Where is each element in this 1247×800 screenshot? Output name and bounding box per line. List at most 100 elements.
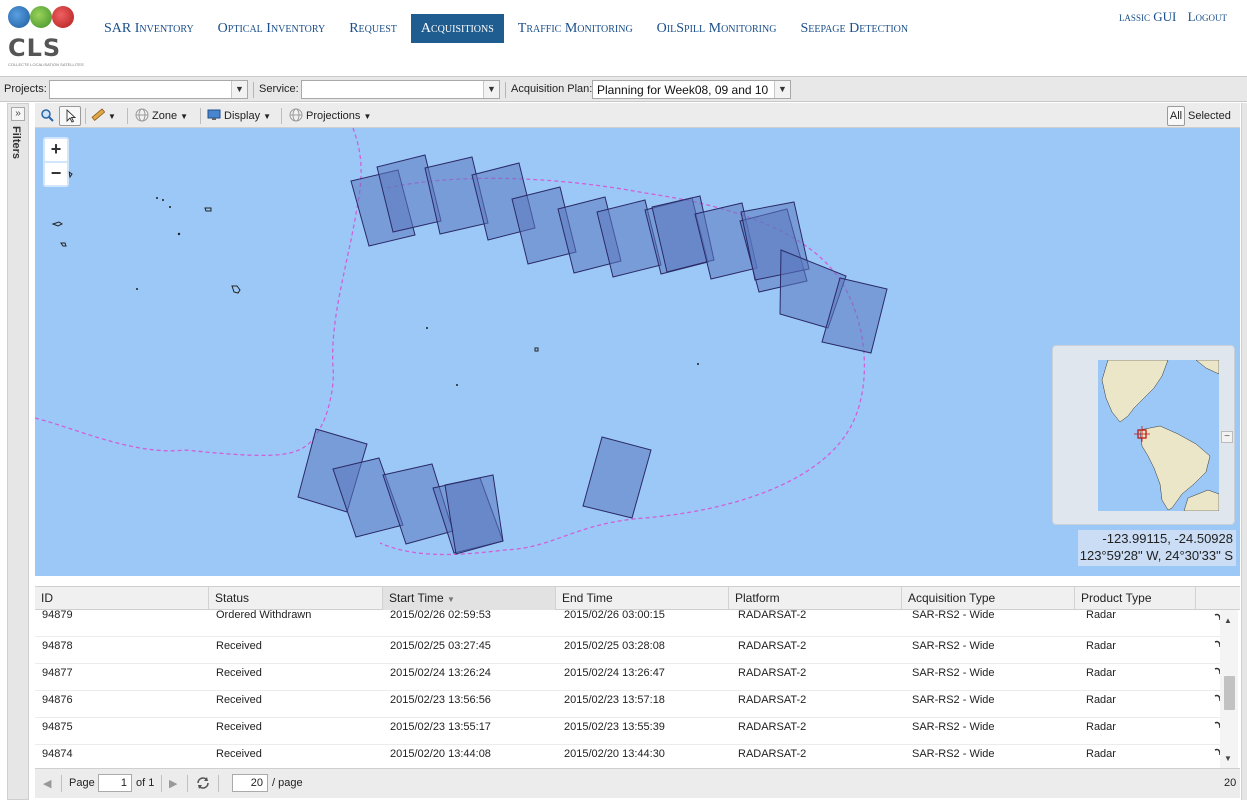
cell-status: Received <box>216 694 262 706</box>
cell-platform: RADARSAT-2 <box>738 721 807 733</box>
column-header-id[interactable]: ID <box>35 587 209 610</box>
table-row[interactable]: 94878 Received 2015/02/25 03:27:45 2015/02/… <box>35 637 1220 664</box>
column-header-end-time[interactable]: End Time <box>556 587 729 610</box>
select-all-button[interactable]: All <box>1167 106 1185 126</box>
cell-id: 94878 <box>42 640 73 652</box>
selected-toggle[interactable]: Selected <box>1188 107 1231 125</box>
table-row[interactable]: 94875 Received 2015/02/23 13:55:17 2015/02/… <box>35 718 1220 745</box>
divider <box>187 775 188 792</box>
select-pointer-button[interactable] <box>59 106 81 126</box>
scroll-up-icon[interactable]: ▲ <box>1224 616 1232 625</box>
cell-acquisition-type: SAR-RS2 - Wide <box>912 721 995 733</box>
filter-bar: Projects: ▼ Service: ▼ Acquisition Plan:… <box>0 76 1247 102</box>
zoom-control: + − <box>43 137 69 187</box>
acquisition-plan-value: Planning for Week08, 09 and 10 <box>597 83 769 97</box>
coordinate-decimal: -123.99115, -24.50928 <box>1102 531 1233 546</box>
nav-acquisitions[interactable]: Acquisitions <box>410 14 504 43</box>
zoom-in-button[interactable]: + <box>45 139 67 161</box>
cell-end-time: 2015/02/23 13:57:18 <box>564 694 665 706</box>
cell-start-time: 2015/02/23 13:56:56 <box>390 694 491 706</box>
globe-icon <box>135 108 149 122</box>
acquisition-plan-select[interactable]: Planning for Week08, 09 and 10 ▼ <box>592 80 791 99</box>
user-name-link[interactable]: lassic GUI <box>1119 9 1176 24</box>
table-header: ID Status Start Time ▼ End Time Platform… <box>35 587 1240 610</box>
column-header-start-time[interactable]: Start Time ▼ <box>383 587 556 610</box>
logout-link[interactable]: Logout <box>1188 9 1227 24</box>
nav-oilspill-monitoring[interactable]: OilSpill Monitoring <box>647 14 787 43</box>
cell-status: Received <box>216 640 262 652</box>
cell-start-time: 2015/02/23 13:55:17 <box>390 721 491 733</box>
nav-sar-inventory[interactable]: SAR Inventory <box>94 14 204 43</box>
cell-acquisition-type: SAR-RS2 - Wide <box>912 610 995 621</box>
cell-status: Received <box>216 667 262 679</box>
table-row[interactable]: 94879 Ordered Withdrawn 2015/02/26 02:59:5… <box>35 610 1220 637</box>
divider <box>200 108 201 124</box>
column-header-acquisition-type[interactable]: Acquisition Type <box>902 587 1075 610</box>
chevron-down-icon[interactable]: ▼ <box>231 81 247 98</box>
cell-platform: RADARSAT-2 <box>738 748 807 760</box>
measure-tool-button[interactable]: ▼ <box>91 107 116 125</box>
cell-product-type: Radar <box>1086 640 1116 652</box>
chevron-down-icon[interactable]: ▼ <box>483 81 499 98</box>
map-canvas[interactable]: + − − -123.99115, -24.50928 123°59'28" W… <box>35 128 1240 576</box>
cell-acquisition-type: SAR-RS2 - Wide <box>912 667 995 679</box>
cell-product-type: Radar <box>1086 721 1116 733</box>
table-row[interactable]: 94874 Received 2015/02/20 13:44:08 2015/02/… <box>35 745 1220 768</box>
nav-request[interactable]: Request <box>339 14 407 43</box>
ruler-icon <box>91 108 105 121</box>
service-select[interactable]: ▼ <box>301 80 500 99</box>
column-header-platform[interactable]: Platform <box>729 587 902 610</box>
overview-minimize-button[interactable]: − <box>1221 431 1233 443</box>
cell-end-time: 2015/02/20 13:44:30 <box>564 748 665 760</box>
cell-acquisition-type: SAR-RS2 - Wide <box>912 640 995 652</box>
monitor-icon <box>207 109 221 120</box>
cls-logo: CLS COLLECTE LOCALISATION SATELLITES <box>6 6 84 70</box>
cell-status: Received <box>216 748 262 760</box>
pagination-bar: ◀ Page 1 of 1 ▶ 20 / page 20 <box>35 768 1240 798</box>
chevron-down-icon[interactable]: ▼ <box>774 81 790 98</box>
acquisition-footprints[interactable] <box>297 154 888 555</box>
right-border <box>1241 103 1247 800</box>
expand-filters-icon[interactable]: » <box>11 107 25 121</box>
table-row[interactable]: 94877 Received 2015/02/24 13:26:24 2015/02/… <box>35 664 1220 691</box>
divider <box>85 108 86 124</box>
overview-map-canvas[interactable] <box>1098 360 1219 511</box>
filters-panel-collapsed: » Filters <box>7 103 29 800</box>
filters-label[interactable]: Filters <box>10 126 22 159</box>
scroll-thumb[interactable] <box>1224 676 1235 710</box>
column-header-product-type[interactable]: Product Type <box>1075 587 1196 610</box>
page-size-input[interactable]: 20 <box>232 774 268 792</box>
column-header-label: Start Time <box>389 591 444 605</box>
projections-menu[interactable]: Projections ▼ <box>289 107 371 125</box>
zone-menu[interactable]: Zone ▼ <box>135 107 188 125</box>
cell-product-type: Radar <box>1086 694 1116 706</box>
nav-traffic-monitoring[interactable]: Traffic Monitoring <box>508 14 643 43</box>
table-scrollbar[interactable]: ▲ ▼ <box>1220 610 1238 768</box>
table-row[interactable]: 94876 Received 2015/02/23 13:56:56 2015/02/… <box>35 691 1220 718</box>
page-number-input[interactable]: 1 <box>98 774 132 792</box>
nav-seepage-detection[interactable]: Seepage Detection <box>790 14 918 43</box>
column-header-status[interactable]: Status <box>209 587 383 610</box>
overview-map <box>1052 345 1235 525</box>
refresh-icon[interactable] <box>195 775 211 794</box>
nav-optical-inventory[interactable]: Optical Inventory <box>208 14 336 43</box>
cell-acquisition-type: SAR-RS2 - Wide <box>912 748 995 760</box>
cell-start-time: 2015/02/26 02:59:53 <box>390 610 491 621</box>
cell-status: Received <box>216 721 262 733</box>
cell-product-type: Radar <box>1086 610 1116 621</box>
zoom-out-button[interactable]: − <box>45 163 67 185</box>
scroll-down-icon[interactable]: ▼ <box>1224 754 1232 763</box>
acquisition-plan-label: Acquisition Plan: <box>511 83 593 95</box>
display-menu[interactable]: Display ▼ <box>207 107 271 125</box>
display-label: Display <box>224 110 261 122</box>
cell-end-time: 2015/02/25 03:28:08 <box>564 640 665 652</box>
cell-id: 94875 <box>42 721 73 733</box>
divider <box>281 108 282 124</box>
cell-id: 94874 <box>42 748 73 760</box>
projects-select[interactable]: ▼ <box>49 80 248 99</box>
app-header: CLS COLLECTE LOCALISATION SATELLITES SAR… <box>0 0 1247 76</box>
cell-end-time: 2015/02/26 03:00:15 <box>564 610 665 621</box>
next-page-icon[interactable]: ▶ <box>169 777 177 790</box>
zoom-box-icon[interactable] <box>40 107 57 125</box>
previous-page-icon[interactable]: ◀ <box>43 777 51 790</box>
